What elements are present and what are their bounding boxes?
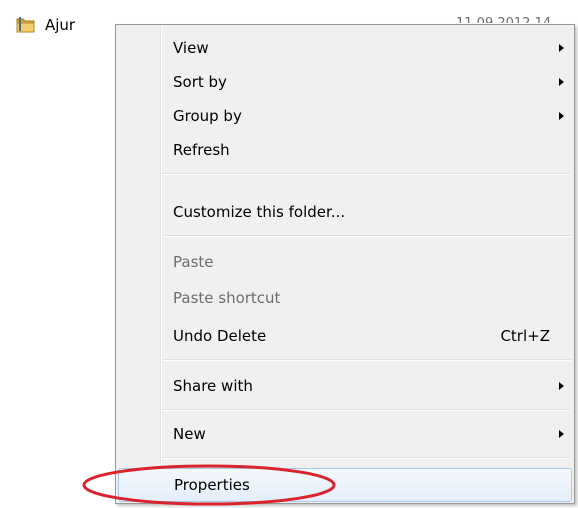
menu-separator	[163, 235, 571, 237]
menu-item-view[interactable]: View	[118, 31, 572, 65]
menu-item-label: Refresh	[173, 141, 230, 159]
menu-item-label: Paste	[173, 253, 214, 271]
menu-item-properties[interactable]: Properties	[118, 468, 572, 502]
menu-item-sort-by[interactable]: Sort by	[118, 65, 572, 99]
menu-item-refresh[interactable]: Refresh	[118, 133, 572, 167]
menu-item-label: Group by	[173, 107, 242, 125]
menu-item-label: Customize this folder...	[173, 203, 346, 221]
menu-item-group-by[interactable]: Group by	[118, 99, 572, 133]
menu-item-label: Sort by	[173, 73, 227, 91]
menu-separator	[163, 457, 571, 459]
menu-separator	[163, 409, 571, 411]
menu-item-paste: Paste	[118, 245, 572, 279]
menu-item-customize-folder[interactable]: Customize this folder...	[118, 195, 572, 229]
menu-item-label: View	[173, 39, 209, 57]
file-row-ajur[interactable]: Ajur	[16, 13, 82, 37]
menu-item-paste-shortcut: Paste shortcut	[118, 281, 572, 315]
menu-item-label: Undo Delete	[173, 327, 267, 345]
menu-item-share-with[interactable]: Share with	[118, 369, 572, 403]
context-menu: View Sort by Group by Refresh Customize …	[115, 24, 575, 504]
file-date: 11.09.2012 14	[456, 11, 551, 23]
menu-item-new[interactable]: New	[118, 417, 572, 451]
menu-item-label: New	[173, 425, 206, 443]
submenu-arrow-icon	[559, 430, 564, 438]
file-name[interactable]: Ajur	[42, 12, 82, 38]
menu-item-label: Paste shortcut	[173, 289, 281, 307]
menu-separator	[163, 173, 571, 175]
menu-item-label: Properties	[174, 476, 250, 494]
menu-separator	[163, 359, 571, 361]
menu-item-label: Share with	[173, 377, 253, 395]
submenu-arrow-icon	[559, 382, 564, 390]
menu-item-shortcut: Ctrl+Z	[500, 327, 550, 345]
menu-item-undo-delete[interactable]: Undo Delete Ctrl+Z	[118, 319, 572, 353]
folder-icon	[16, 16, 36, 34]
submenu-arrow-icon	[559, 44, 564, 52]
submenu-arrow-icon	[559, 78, 564, 86]
submenu-arrow-icon	[559, 112, 564, 120]
